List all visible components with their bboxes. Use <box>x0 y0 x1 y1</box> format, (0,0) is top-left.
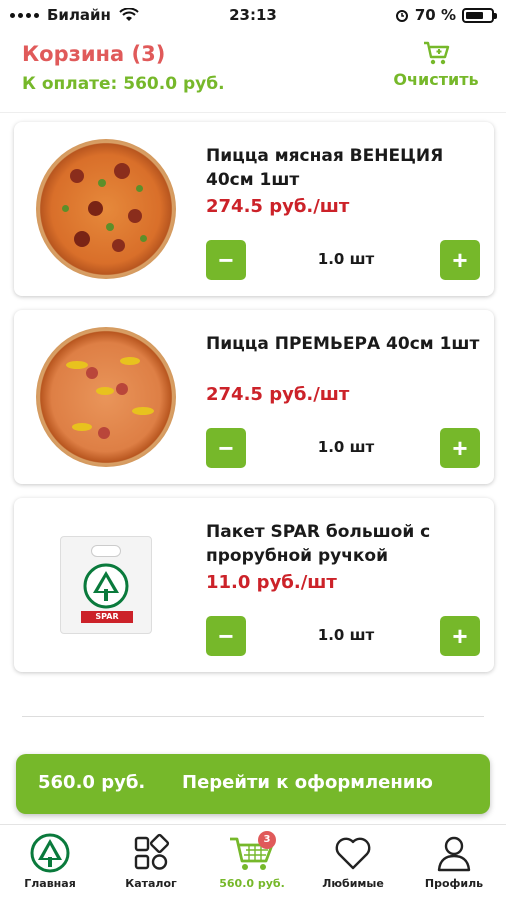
product-price: 11.0 руб./шт <box>206 572 337 593</box>
product-price: 274.5 руб./шт <box>206 196 350 217</box>
product-image <box>26 324 186 470</box>
battery-icon <box>462 7 497 23</box>
status-right: 70 % <box>395 6 497 24</box>
checkout-label: Перейти к оформлению <box>182 772 433 793</box>
decrease-quantity-button[interactable]: − <box>206 428 246 468</box>
catalog-icon <box>134 833 170 870</box>
product-quantity: 1.0 шт <box>317 626 375 644</box>
product-price: 274.5 руб./шт <box>206 384 350 405</box>
alarm-icon <box>395 10 408 22</box>
tab-catalog[interactable]: Каталог <box>101 833 201 890</box>
spar-logo-icon <box>83 563 129 609</box>
product-quantity: 1.0 шт <box>317 250 375 268</box>
product-quantity: 1.0 шт <box>317 438 375 456</box>
summary-divider <box>22 716 484 717</box>
header-divider <box>0 112 506 113</box>
cart-icon <box>424 41 450 65</box>
checkout-button[interactable]: 560.0 руб. Перейти к оформлению <box>16 754 490 814</box>
increase-quantity-button[interactable]: + <box>440 240 480 280</box>
bag-brand-label: SPAR <box>81 611 133 623</box>
pizza-image <box>36 139 176 279</box>
page-title: Корзина (3) <box>22 42 166 66</box>
cart-item[interactable]: SPAR Пакет SPAR большой с прорубной ручк… <box>14 498 494 672</box>
pay-amount: 560.0 руб. <box>123 74 225 94</box>
status-bar: Билайн 23:13 70 % <box>0 0 506 30</box>
bag-handle <box>91 545 121 557</box>
tab-home[interactable]: Главная <box>0 833 100 890</box>
product-name: Пакет SPAR большой с прорубной ручкой <box>206 522 431 566</box>
cart-item[interactable]: Пицца мясная ВЕНЕЦИЯ 40см 1шт 274.5 руб.… <box>14 122 494 296</box>
decrease-quantity-button[interactable]: − <box>206 240 246 280</box>
product-name: Пицца мясная ВЕНЕЦИЯ 40см 1шт <box>206 146 444 190</box>
tab-label: 560.0 руб. <box>219 877 285 890</box>
decrease-quantity-button[interactable]: − <box>206 616 246 656</box>
tab-label: Профиль <box>424 877 484 890</box>
spar-logo-icon <box>30 833 70 873</box>
battery-percent: 70 % <box>414 6 456 24</box>
tab-label: Главная <box>24 877 76 890</box>
profile-icon <box>437 836 471 872</box>
tab-favorites[interactable]: Любимые <box>303 833 403 890</box>
bag-image: SPAR <box>60 536 152 634</box>
product-image <box>26 136 186 282</box>
clear-cart-label: Очистить <box>393 70 479 89</box>
bottom-tab-bar: Главная Каталог 3 560.0 руб. Любимые Про… <box>0 824 506 900</box>
clear-cart-button[interactable]: Очистить <box>380 40 492 89</box>
product-name: Пицца ПРЕМЬЕРА 40см 1шт <box>206 334 480 354</box>
heart-icon <box>335 837 371 870</box>
increase-quantity-button[interactable]: + <box>440 616 480 656</box>
tab-label: Каталог <box>125 877 177 890</box>
cart-header: Корзина (3) К оплате: 560.0 руб. Очистит… <box>0 30 506 112</box>
product-image: SPAR <box>26 512 186 658</box>
payment-summary: К оплате: 560.0 руб. <box>22 74 225 94</box>
tab-label: Любимые <box>322 877 384 890</box>
increase-quantity-button[interactable]: + <box>440 428 480 468</box>
tab-cart[interactable]: 3 560.0 руб. <box>202 831 302 890</box>
checkout-total: 560.0 руб. <box>38 772 146 793</box>
tab-profile[interactable]: Профиль <box>404 833 504 890</box>
cart-item[interactable]: Пицца ПРЕМЬЕРА 40см 1шт 274.5 руб./шт − … <box>14 310 494 484</box>
pay-label: К оплате: <box>22 74 118 94</box>
pizza-image <box>36 327 176 467</box>
cart-screen: Билайн 23:13 70 % Корзина (3) К оплате: … <box>0 0 506 900</box>
cart-count-badge: 3 <box>258 831 276 849</box>
